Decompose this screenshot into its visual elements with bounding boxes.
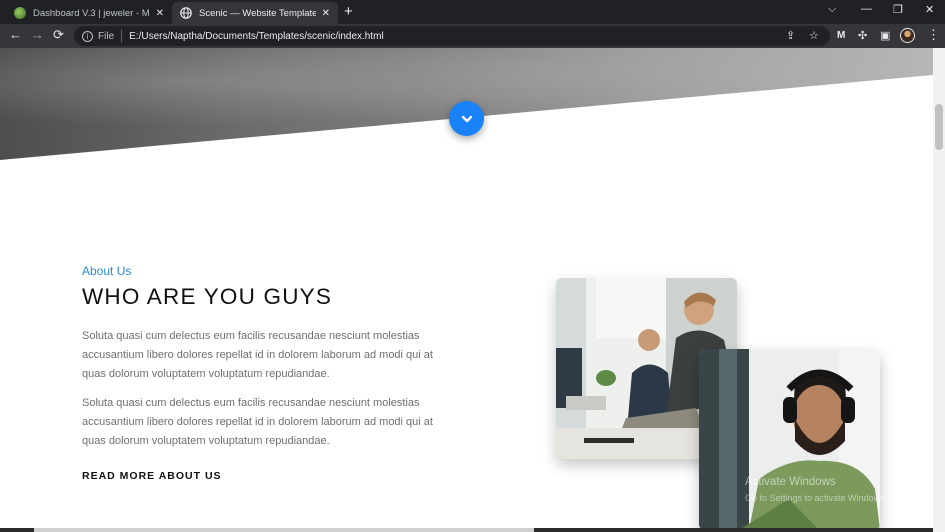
address-bar[interactable]: i File E:/Users/Naptha/Documents/Templat…	[74, 26, 830, 46]
forward-button[interactable]: →	[31, 28, 44, 42]
reload-button[interactable]: ⟳	[53, 28, 64, 42]
star-icon[interactable]: ☆	[809, 29, 819, 43]
tab-scenic[interactable]: Scenic — Website Template by C ✕	[172, 2, 338, 24]
scheme-label: File	[98, 30, 115, 42]
restore-button[interactable]: ❐	[893, 3, 903, 16]
about-paragraph: Soluta quasi cum delectus eum facilis re…	[82, 397, 433, 447]
scrollbar-thumb[interactable]	[935, 104, 943, 150]
section-heading: WHO ARE YOU GUYS	[82, 284, 333, 309]
tab-title: Scenic — Website Template by C	[199, 7, 316, 19]
url-text[interactable]: E:/Users/Naptha/Documents/Templates/scen…	[129, 31, 384, 42]
chevron-down-icon	[461, 115, 472, 122]
tab-strip: Dashboard V.3 | jeweler - Materi ✕ Sceni…	[0, 0, 945, 24]
activate-windows-title: Activate Windows	[745, 476, 836, 488]
kebab-menu-icon[interactable]: ⋮	[927, 28, 940, 42]
tab-search-icon[interactable]: ⌵	[828, 3, 836, 16]
info-icon[interactable]: i	[82, 30, 93, 42]
read-more-link[interactable]: READ MORE ABOUT US	[82, 470, 222, 482]
page-viewport: About Us WHO ARE YOU GUYS Soluta quasi c…	[0, 48, 933, 532]
address-divider	[121, 30, 123, 42]
tab-dashboard[interactable]: Dashboard V.3 | jeweler - Materi ✕	[6, 2, 172, 24]
puzzle-icon[interactable]: ✣	[858, 29, 867, 43]
profile-avatar[interactable]	[900, 28, 915, 43]
back-button[interactable]: ←	[9, 28, 22, 42]
share-icon[interactable]: ⇪	[786, 29, 795, 43]
scroll-down-button[interactable]	[449, 101, 484, 136]
jeweler-favicon-icon	[14, 7, 26, 19]
m-extension-icon[interactable]: M	[837, 29, 845, 43]
tab-close-icon[interactable]: ✕	[156, 8, 164, 19]
globe-icon	[180, 7, 192, 19]
activate-windows-subtitle: Go to Settings to activate Windows.	[745, 493, 888, 503]
side-panel-icon[interactable]: ▣	[880, 29, 890, 43]
browser-toolbar: ← → ⟳ i File E:/Users/Naptha/Documents/T…	[0, 24, 945, 48]
minimize-button[interactable]: —	[861, 3, 872, 15]
new-tab-button[interactable]: +	[344, 3, 353, 20]
tab-title: Dashboard V.3 | jeweler - Materi	[33, 7, 150, 19]
close-window-button[interactable]: ✕	[925, 3, 934, 16]
tab-close-icon[interactable]: ✕	[322, 8, 330, 19]
horizontal-scrollbar[interactable]	[0, 528, 933, 532]
section-kicker: About Us	[82, 264, 132, 278]
about-paragraph: Soluta quasi cum delectus eum facilis re…	[82, 330, 433, 380]
horizontal-scroll-thumb[interactable]	[34, 528, 534, 532]
